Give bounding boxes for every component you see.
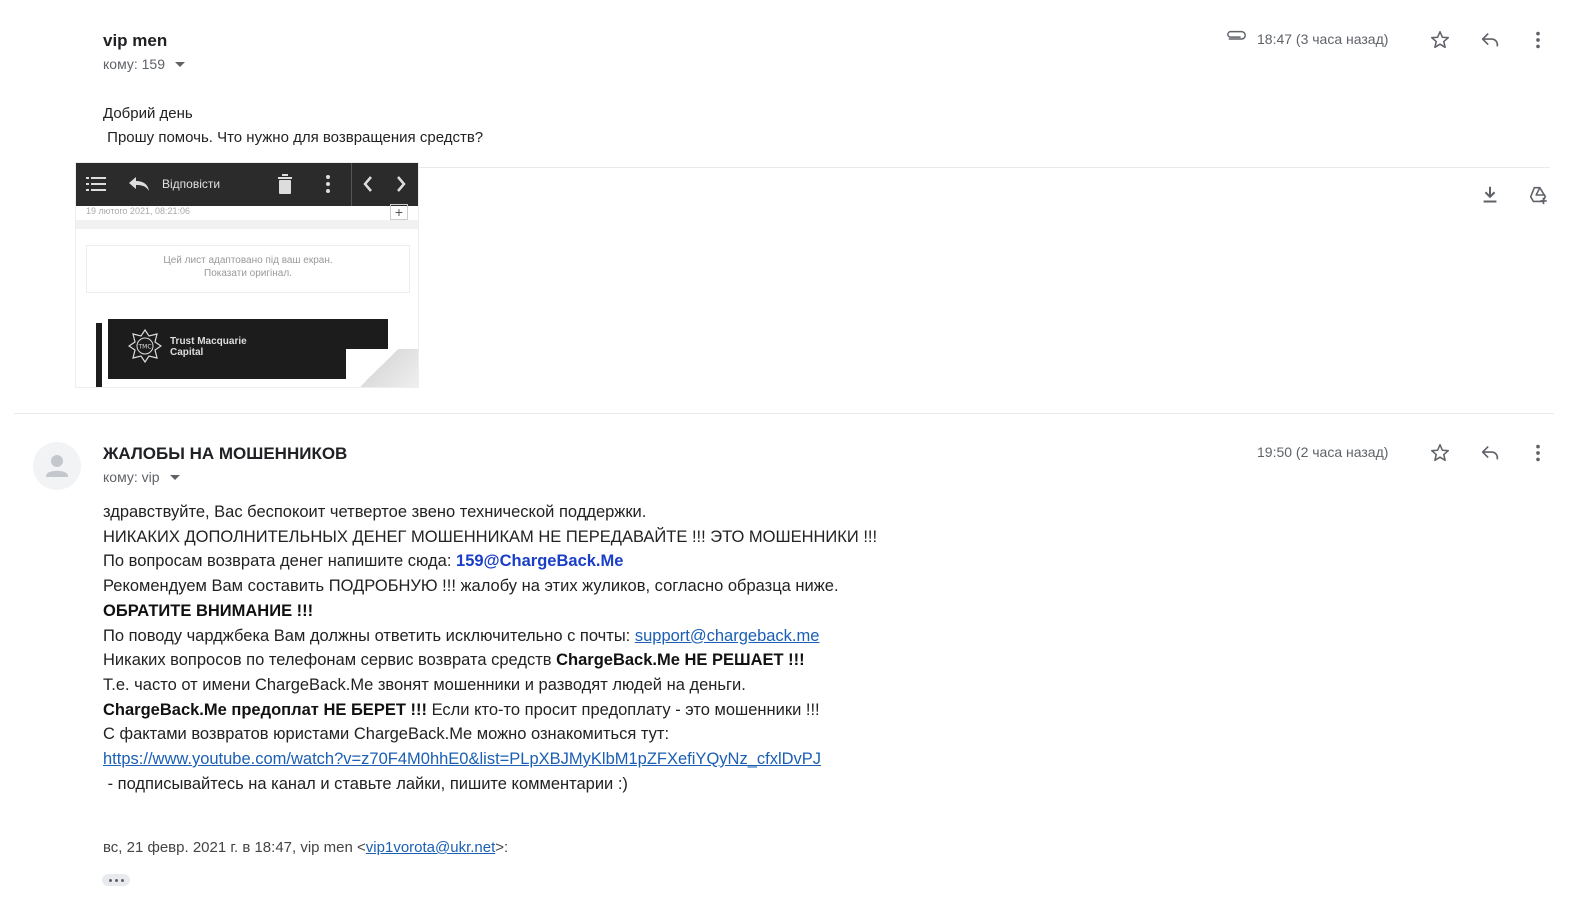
- menu-icon: [86, 173, 106, 195]
- attachment-thumbnail[interactable]: Відповісти 19 лютого 2021, 08:21:06 + Це…: [75, 162, 419, 388]
- bold-text: ChargeBack.Me НЕ РЕШАЕТ !!!: [556, 651, 805, 670]
- body-line: https://www.youtube.com/watch?v=z70F4M0h…: [103, 747, 877, 772]
- star-icon[interactable]: [1426, 439, 1454, 467]
- more-icon[interactable]: [1524, 439, 1552, 467]
- drive-add-icon[interactable]: [1524, 181, 1552, 209]
- youtube-link[interactable]: https://www.youtube.com/watch?v=z70F4M0h…: [103, 750, 821, 768]
- download-icon[interactable]: [1476, 181, 1504, 209]
- quote-header: вс, 21 февр. 2021 г. в 18:47, vip men <v…: [103, 836, 508, 860]
- attachment-date: 19 лютого 2021, 08:21:06: [86, 206, 190, 216]
- body-line: Рекомендуем Вам составить ПОДРОБНУЮ !!! …: [103, 577, 839, 596]
- body-line: Прошу помочь. Что нужно для возвращения …: [103, 129, 484, 146]
- body-line: ChargeBack.Me предоплат НЕ БЕРЕТ !!! Есл…: [103, 698, 877, 723]
- quote-email-link[interactable]: vip1vorota@ukr.net: [366, 839, 495, 856]
- body-line: С фактами возвратов юристами ChargeBack.…: [103, 725, 670, 744]
- logo-border: [96, 323, 102, 387]
- body-text: По вопросам возврата денег напишите сюда…: [103, 552, 457, 571]
- body-line: Никаких вопросов по телефонам сервис воз…: [103, 648, 877, 673]
- body-line: Т.е. часто от имени ChargeBack.Me звонят…: [103, 675, 746, 694]
- chevron-down-icon[interactable]: [175, 61, 185, 67]
- person-icon: [46, 455, 68, 477]
- quote-text: >:: [495, 839, 509, 856]
- message-time: 18:47 (3 часа назад): [1257, 31, 1389, 47]
- dot: [120, 878, 124, 882]
- warning-text: ОБРАТИТЕ ВНИМАНИЕ !!!: [103, 601, 314, 620]
- message-body: здравствуйте, Вас беспокоит четвертое зв…: [103, 500, 877, 796]
- chevron-left-icon: [363, 173, 373, 195]
- trash-icon: [277, 173, 293, 195]
- divider: [14, 413, 1554, 414]
- reply-icon: [128, 173, 150, 195]
- toolbar-separator: [351, 163, 352, 206]
- brand-line: Trust Macquarie: [170, 336, 247, 347]
- quote-text: вс, 21 февр. 2021 г. в 18:47, vip men <: [103, 839, 366, 856]
- recipient-label: кому: vip: [103, 469, 160, 485]
- chevron-right-icon: [396, 173, 406, 195]
- attachment-notice: Цей лист адаптовано під ваш екран. Показ…: [86, 245, 410, 293]
- message-1: vip men кому: 159 18:47 (3 часа назад) Д…: [0, 0, 1590, 420]
- bold-text: ChargeBack.Me предоплат НЕ БЕРЕТ !!!: [103, 700, 427, 719]
- page-fold: [346, 349, 418, 387]
- reply-icon[interactable]: [1476, 439, 1504, 467]
- body-line: По поводу чарджбека Вам должны ответить …: [103, 624, 877, 649]
- more-icon: [325, 173, 331, 195]
- attachment-icon: [1224, 25, 1250, 53]
- body-text: По поводу чарджбека Вам должны ответить …: [103, 626, 635, 645]
- show-trimmed-content-button[interactable]: [102, 874, 130, 886]
- avatar: [33, 442, 81, 490]
- message-body: Добрий день Прошу помочь. Что нужно для …: [103, 102, 483, 150]
- body-line: Добрий день: [103, 105, 193, 122]
- dot: [108, 878, 112, 882]
- body-line: ОБРАТИТЕ ВНИМАНИЕ !!!: [103, 599, 877, 624]
- recipient-label: кому: 159: [103, 56, 165, 72]
- dot: [114, 878, 118, 882]
- attachment-strip: [76, 220, 418, 229]
- notice-line: Показати оригінал.: [204, 268, 292, 279]
- email-link[interactable]: 159@ChargeBack.Me: [456, 552, 623, 570]
- body-line: - подписывайтесь на канал и ставьте лайк…: [103, 774, 628, 793]
- body-line: По вопросам возврата денег напишите сюда…: [103, 549, 877, 574]
- chevron-down-icon[interactable]: [169, 474, 180, 480]
- body-text: Если кто-то просит предоплату - это моше…: [426, 700, 820, 719]
- divider: [418, 167, 1550, 168]
- sender-name[interactable]: ЖАЛОБЫ НА МОШЕННИКОВ: [103, 444, 347, 464]
- body-text: Никаких вопросов по телефонам сервис воз…: [103, 651, 557, 670]
- star-icon[interactable]: [1426, 26, 1454, 54]
- body-line: здравствуйте, Вас беспокоит четвертое зв…: [103, 503, 647, 521]
- notice-line: Цей лист адаптовано під ваш екран.: [163, 255, 333, 266]
- brand-name: Trust Macquarie Capital: [170, 336, 247, 358]
- brand-mark-icon: TMC: [128, 329, 162, 363]
- message-time: 19:50 (2 часа назад): [1257, 444, 1389, 460]
- brand-mark-text: TMC: [137, 344, 151, 351]
- body-line: НИКАКИХ ДОПОЛНИТЕЛЬНЫХ ДЕНЕГ МОШЕННИКАМ …: [103, 527, 878, 546]
- brand-line: Capital: [170, 347, 204, 358]
- reply-icon[interactable]: [1476, 26, 1504, 54]
- toolbar-label: Відповісти: [162, 177, 221, 191]
- more-icon[interactable]: [1524, 26, 1552, 54]
- recipient-line[interactable]: кому: 159: [103, 56, 185, 72]
- attachment-toolbar: Відповісти: [76, 163, 418, 206]
- plus-icon: +: [390, 204, 408, 220]
- recipient-line[interactable]: кому: vip: [103, 469, 180, 485]
- email-link[interactable]: support@chargeback.me: [635, 627, 820, 645]
- message-2: ЖАЛОБЫ НА МОШЕННИКОВ кому: vip 19:50 (2 …: [0, 420, 1590, 918]
- sender-name[interactable]: vip men: [103, 31, 167, 51]
